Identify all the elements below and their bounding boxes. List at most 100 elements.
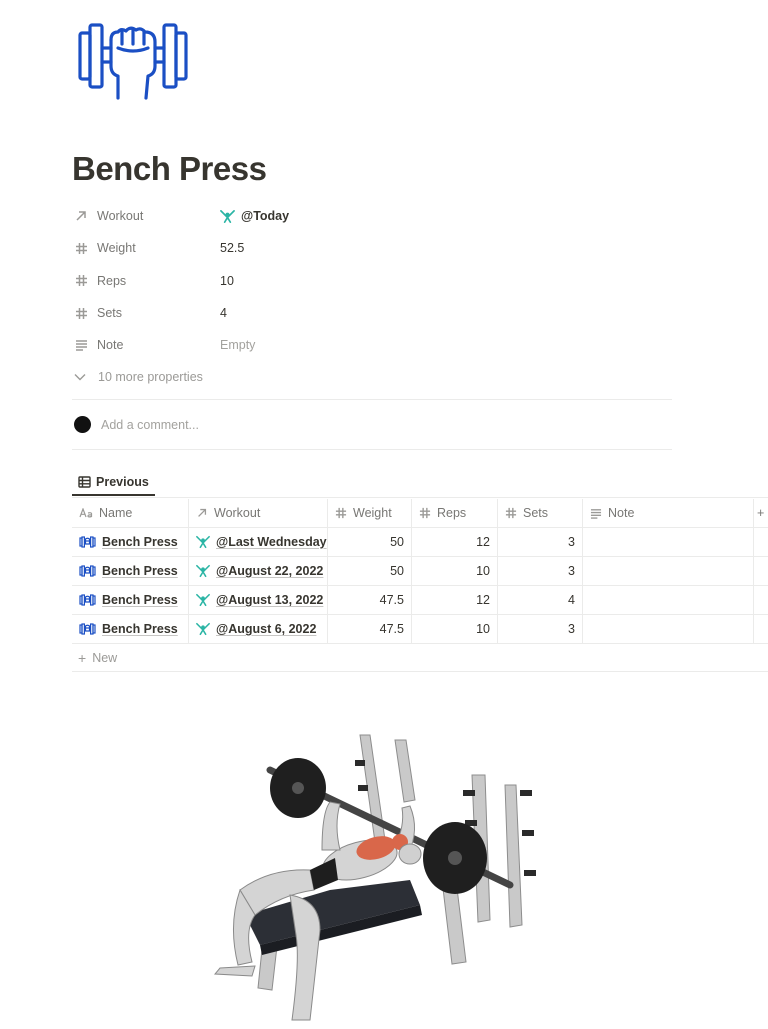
cell-reps[interactable]: 12 <box>412 586 498 614</box>
cell-weight[interactable]: 47.5 <box>328 615 412 643</box>
property-reps[interactable]: Reps 10 <box>72 265 672 297</box>
divider <box>72 399 672 400</box>
comment-placeholder[interactable]: Add a comment... <box>101 418 199 432</box>
property-value-empty[interactable]: Empty <box>220 338 255 352</box>
weightlifter-icon <box>196 593 210 607</box>
table-row[interactable]: Bench Press @August 13, 2022 47.5 12 4 <box>72 586 768 615</box>
row-name-link[interactable]: Bench Press <box>102 564 178 578</box>
cell-workout[interactable]: @Last Wednesday <box>189 528 328 556</box>
dumbbell-fist-icon <box>79 594 96 606</box>
dumbbell-fist-icon <box>79 623 96 635</box>
text-lines-icon <box>72 337 90 353</box>
property-label: Note <box>97 338 124 353</box>
column-header-name[interactable]: Name <box>72 499 189 527</box>
cell-weight[interactable]: 47.5 <box>328 586 412 614</box>
dumbbell-fist-icon <box>79 536 96 548</box>
cell-sets[interactable]: 3 <box>498 528 583 556</box>
bench-press-illustration <box>210 730 550 1024</box>
arrow-up-right-icon <box>196 507 208 519</box>
cell-reps[interactable]: 12 <box>412 528 498 556</box>
column-label: Note <box>608 506 635 520</box>
hash-icon <box>419 507 431 519</box>
divider <box>72 449 672 450</box>
table-icon <box>78 476 91 488</box>
weightlifter-icon <box>196 535 210 549</box>
cell-note[interactable] <box>583 615 754 643</box>
cell-weight[interactable]: 50 <box>328 557 412 585</box>
row-name-link[interactable]: Bench Press <box>102 622 178 636</box>
row-name-link[interactable]: Bench Press <box>102 535 178 549</box>
cell-workout[interactable]: @August 13, 2022 <box>189 586 328 614</box>
cell-weight[interactable]: 50 <box>328 528 412 556</box>
property-workout[interactable]: Workout @Today <box>72 200 672 232</box>
workout-mention[interactable]: @August 13, 2022 <box>216 593 323 607</box>
tab-previous[interactable]: Previous <box>72 470 155 496</box>
workout-mention[interactable]: @August 6, 2022 <box>216 622 316 636</box>
cell-reps[interactable]: 10 <box>412 557 498 585</box>
table-row[interactable]: Bench Press @August 22, 2022 50 10 3 <box>72 557 768 586</box>
workout-mention[interactable]: @Last Wednesday <box>216 535 327 549</box>
cell-name[interactable]: Bench Press <box>72 557 189 585</box>
column-header-sets[interactable]: Sets <box>498 499 583 527</box>
cell-name[interactable]: Bench Press <box>72 528 189 556</box>
column-label: Sets <box>523 506 549 520</box>
view-tabs: Previous <box>72 470 768 498</box>
comment-box[interactable]: Add a comment... <box>74 416 199 433</box>
chevron-down-icon <box>74 370 88 384</box>
property-value[interactable]: 4 <box>220 306 227 320</box>
table-body: Bench Press @Last Wednesday 50 12 3 Bench Pre… <box>72 528 768 644</box>
cell-spacer <box>754 528 768 556</box>
cell-sets[interactable]: 3 <box>498 615 583 643</box>
column-label: Workout <box>214 506 261 520</box>
table-row[interactable]: Bench Press @Last Wednesday 50 12 3 <box>72 528 768 557</box>
property-weight[interactable]: Weight 52.5 <box>72 232 672 264</box>
property-label: Weight <box>97 241 136 256</box>
cell-reps[interactable]: 10 <box>412 615 498 643</box>
text-aa-icon <box>79 507 93 519</box>
avatar <box>74 416 91 433</box>
cell-spacer <box>754 586 768 614</box>
page-title[interactable]: Bench Press <box>72 150 267 188</box>
new-row-label: New <box>92 650 118 665</box>
column-header-note[interactable]: Note <box>583 499 754 527</box>
property-value[interactable]: 52.5 <box>220 241 244 255</box>
properties-panel: Workout @Today Weight 52.5 Reps 10 Sets … <box>72 200 672 393</box>
text-lines-icon <box>590 508 602 519</box>
property-sets[interactable]: Sets 4 <box>72 297 672 329</box>
cell-note[interactable] <box>583 586 754 614</box>
hash-icon <box>505 507 517 519</box>
workout-mention[interactable]: @Today <box>241 209 289 223</box>
table-header-row: Name Workout Weight Reps Sets Note + <box>72 499 768 528</box>
cell-name[interactable]: Bench Press <box>72 586 189 614</box>
hash-icon <box>72 240 90 256</box>
hash-icon <box>72 273 90 289</box>
property-label: Workout <box>97 209 144 224</box>
database-table: Name Workout Weight Reps Sets Note + Ben… <box>72 499 768 672</box>
cell-name[interactable]: Bench Press <box>72 615 189 643</box>
column-header-workout[interactable]: Workout <box>189 499 328 527</box>
cell-note[interactable] <box>583 557 754 585</box>
column-header-reps[interactable]: Reps <box>412 499 498 527</box>
new-row-button[interactable]: + New <box>72 644 768 672</box>
add-column-button[interactable]: + <box>754 499 768 527</box>
column-label: Name <box>99 506 133 520</box>
cell-workout[interactable]: @August 22, 2022 <box>189 557 328 585</box>
workout-mention[interactable]: @August 22, 2022 <box>216 564 323 578</box>
row-name-link[interactable]: Bench Press <box>102 593 178 607</box>
dumbbell-fist-icon[interactable] <box>78 18 188 100</box>
table-row[interactable]: Bench Press @August 6, 2022 47.5 10 3 <box>72 615 768 644</box>
more-properties-toggle[interactable]: 10 more properties <box>72 361 672 393</box>
cell-sets[interactable]: 3 <box>498 557 583 585</box>
column-header-weight[interactable]: Weight <box>328 499 412 527</box>
property-value[interactable]: 10 <box>220 274 234 288</box>
cell-spacer <box>754 615 768 643</box>
hash-icon <box>72 305 90 321</box>
dumbbell-fist-icon <box>79 565 96 577</box>
property-note[interactable]: Note Empty <box>72 329 672 361</box>
cell-note[interactable] <box>583 528 754 556</box>
cell-workout[interactable]: @August 6, 2022 <box>189 615 328 643</box>
cell-sets[interactable]: 4 <box>498 586 583 614</box>
weightlifter-icon <box>196 622 210 636</box>
plus-icon: + <box>78 649 87 666</box>
column-label: Reps <box>437 506 467 520</box>
